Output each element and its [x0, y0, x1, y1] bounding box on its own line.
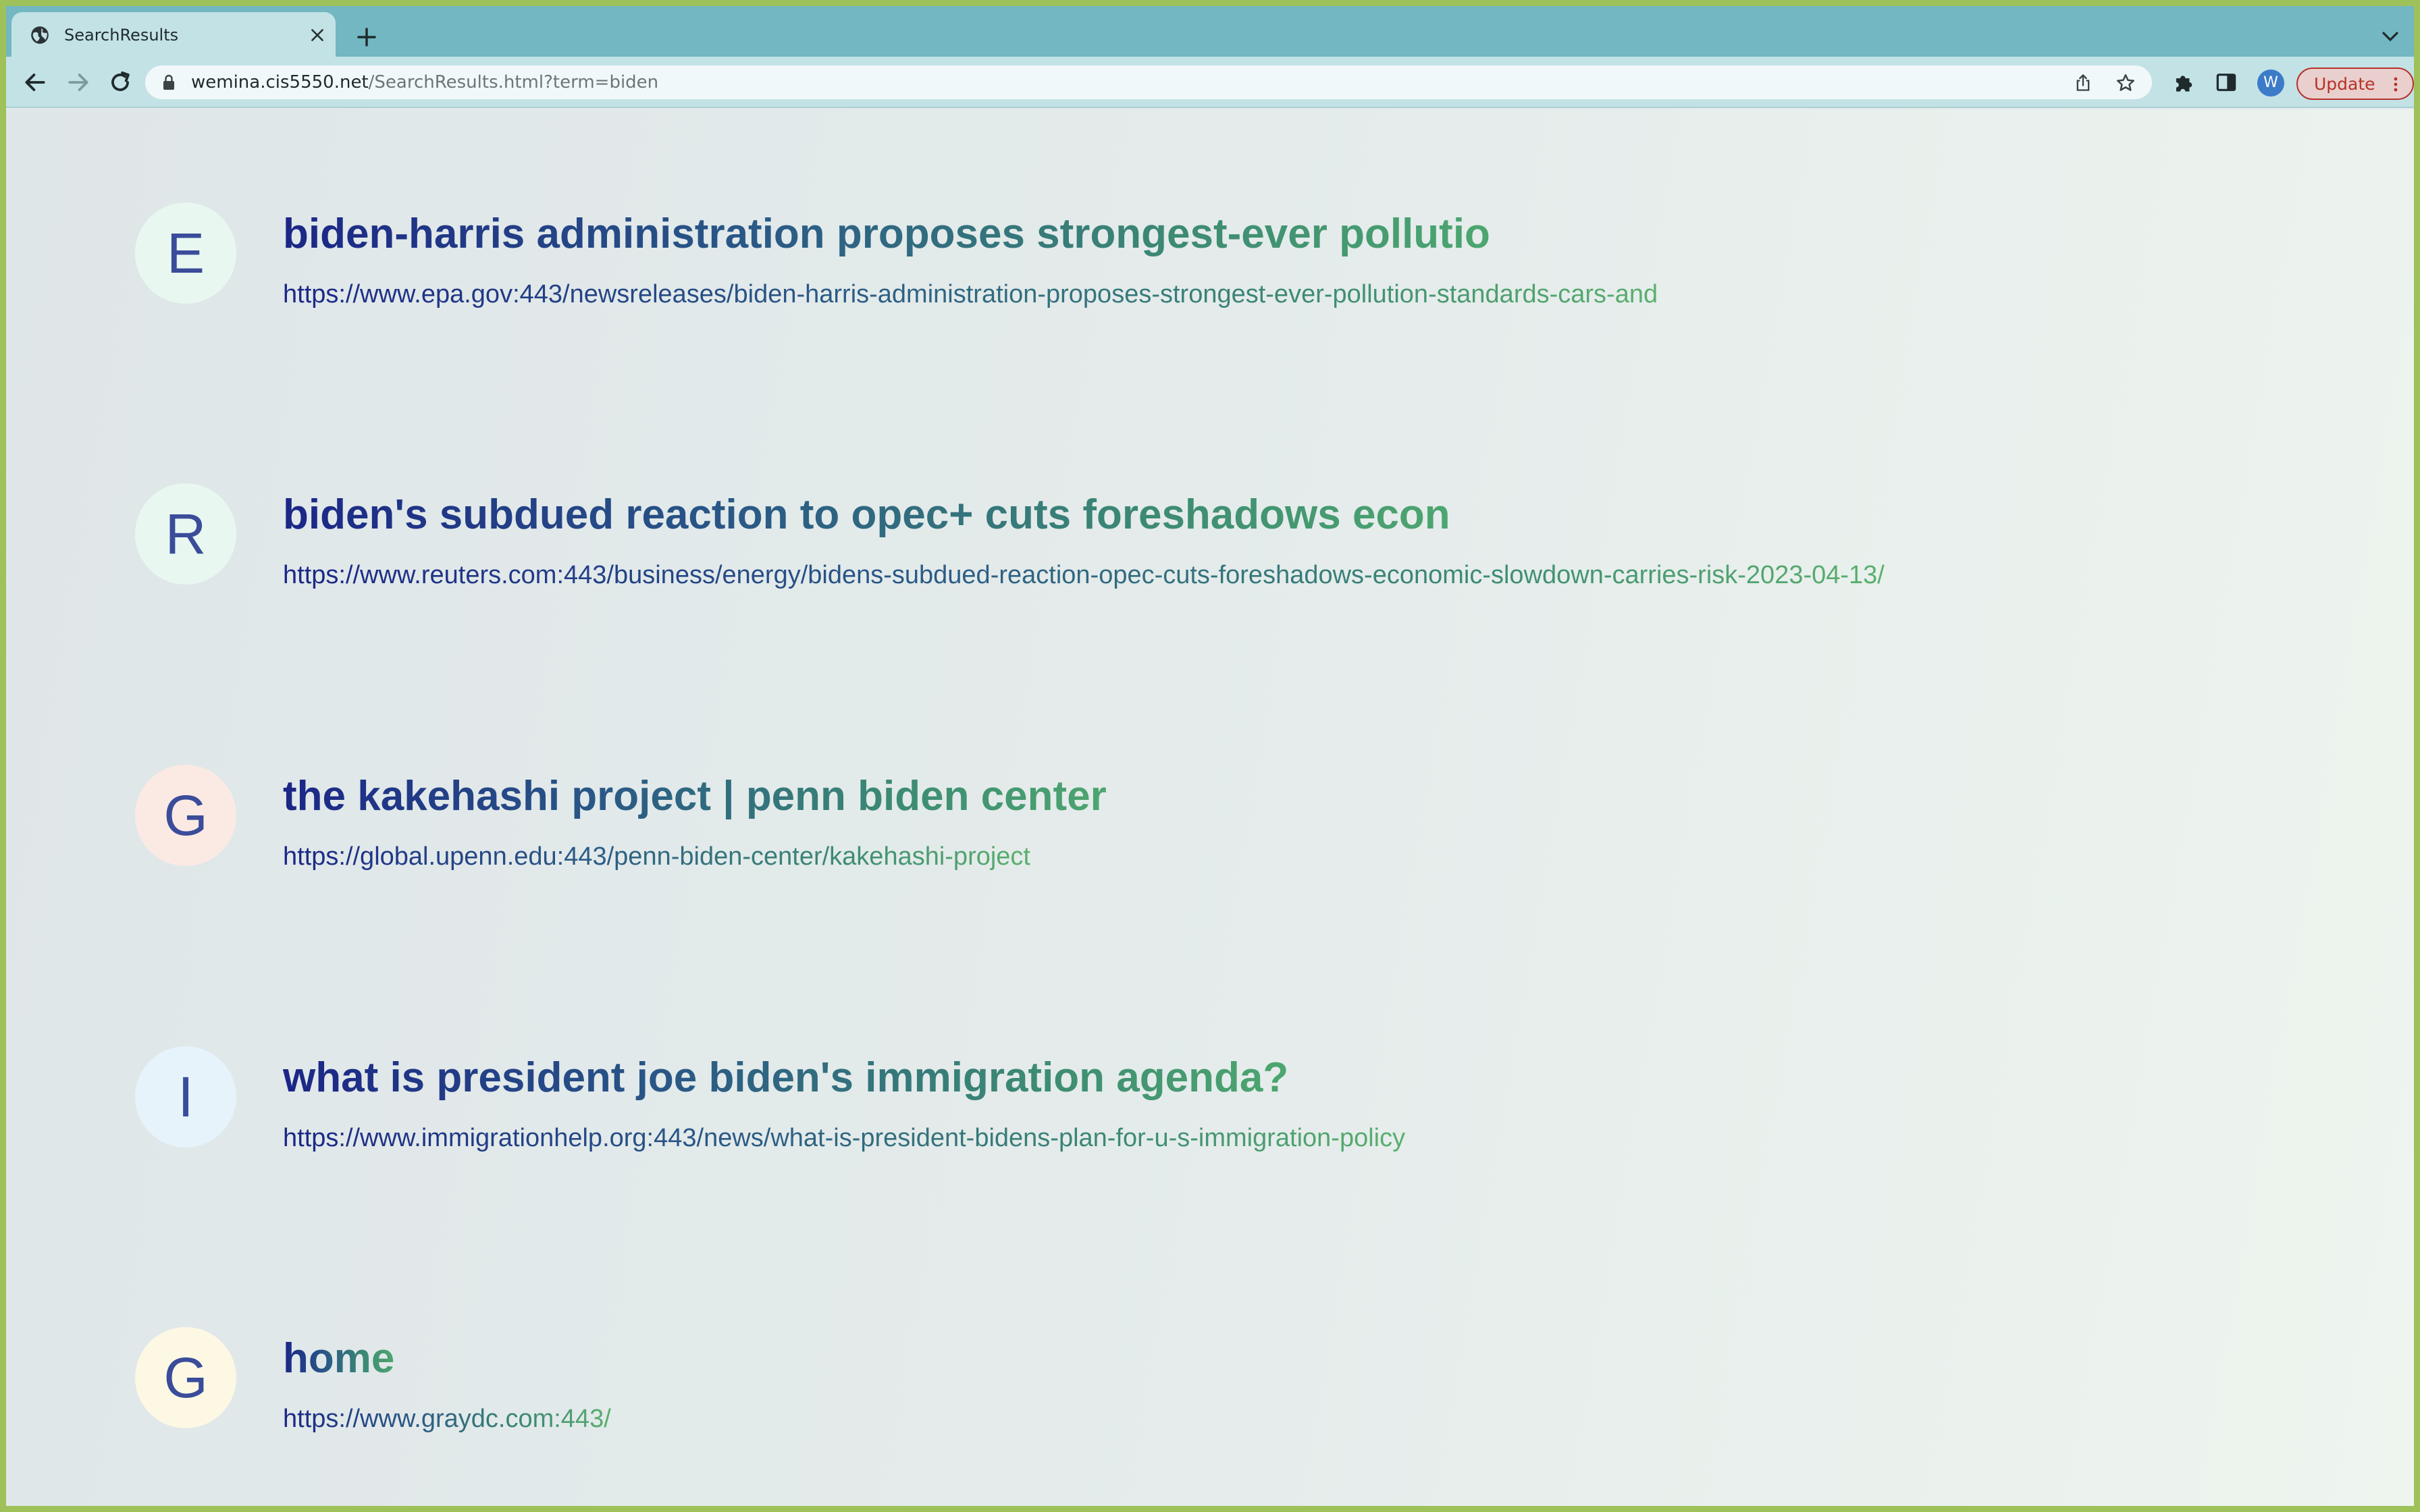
globe-icon [31, 26, 49, 44]
new-tab-plus-icon[interactable] [356, 26, 377, 48]
star-icon[interactable] [2115, 73, 2136, 93]
result-title-link[interactable]: what is president joe biden's immigratio… [283, 1054, 1288, 1102]
search-result: I what is president joe biden's immigrat… [6, 1046, 2414, 1168]
tab-strip: SearchResults [6, 6, 2414, 57]
result-url-link[interactable]: https://global.upenn.edu:443/penn-biden-… [283, 842, 1030, 871]
update-button[interactable]: Update [2296, 68, 2414, 100]
result-url-link[interactable]: https://www.reuters.com:443/business/ene… [283, 560, 1885, 590]
puzzle-extensions-icon[interactable] [2172, 70, 2197, 94]
result-title-link[interactable]: home [283, 1335, 394, 1382]
address-bar[interactable]: wemina.cis5550.net/SearchResults.html?te… [145, 65, 2152, 99]
forward-arrow-icon[interactable] [65, 70, 91, 95]
result-title-link[interactable]: the kakehashi project | penn biden cente… [283, 773, 1107, 820]
chevron-down-icon[interactable] [2380, 29, 2400, 44]
search-result: R biden's subdued reaction to opec+ cuts… [6, 483, 2414, 605]
lock-icon[interactable] [163, 74, 175, 90]
side-panel-icon[interactable] [2215, 72, 2237, 93]
search-results-page: E biden-harris administration proposes s… [6, 109, 2414, 1506]
tab-searchresults[interactable]: SearchResults [11, 12, 336, 57]
close-icon[interactable] [309, 26, 326, 44]
result-url-link[interactable]: https://www.graydc.com:443/ [283, 1404, 611, 1434]
browser-window: SearchResults wemina.cis5550.net/SearchR… [6, 6, 2414, 1506]
reload-icon[interactable] [107, 70, 133, 95]
result-url-link[interactable]: https://www.epa.gov:443/newsreleases/bid… [283, 279, 1658, 309]
update-button-label: Update [2314, 74, 2375, 94]
url-text[interactable]: wemina.cis5550.net/SearchResults.html?te… [191, 72, 658, 92]
result-letter-avatar: E [135, 202, 236, 304]
search-result: E biden-harris administration proposes s… [6, 202, 2414, 324]
result-letter-avatar: R [135, 483, 236, 585]
search-result: G the kakehashi project | penn biden cen… [6, 765, 2414, 886]
search-result: G home https://www.graydc.com:443/ [6, 1327, 2414, 1449]
tab-title: SearchResults [64, 26, 179, 45]
share-icon[interactable] [2074, 74, 2093, 92]
back-arrow-icon[interactable] [22, 70, 48, 95]
result-letter-avatar: G [135, 765, 236, 866]
url-host: wemina.cis5550.net [191, 72, 369, 92]
result-url-link[interactable]: https://www.immigrationhelp.org:443/news… [283, 1123, 1405, 1153]
profile-avatar[interactable]: W [2257, 70, 2284, 97]
url-path: /SearchResults.html?term=biden [368, 72, 659, 92]
browser-toolbar: wemina.cis5550.net/SearchResults.html?te… [6, 57, 2414, 108]
result-title-link[interactable]: biden's subdued reaction to opec+ cuts f… [283, 491, 1450, 539]
result-letter-avatar: I [135, 1046, 236, 1148]
result-title-link[interactable]: biden-harris administration proposes str… [283, 211, 1490, 258]
more-vert-icon[interactable] [2392, 76, 2399, 92]
result-letter-avatar: G [135, 1327, 236, 1428]
